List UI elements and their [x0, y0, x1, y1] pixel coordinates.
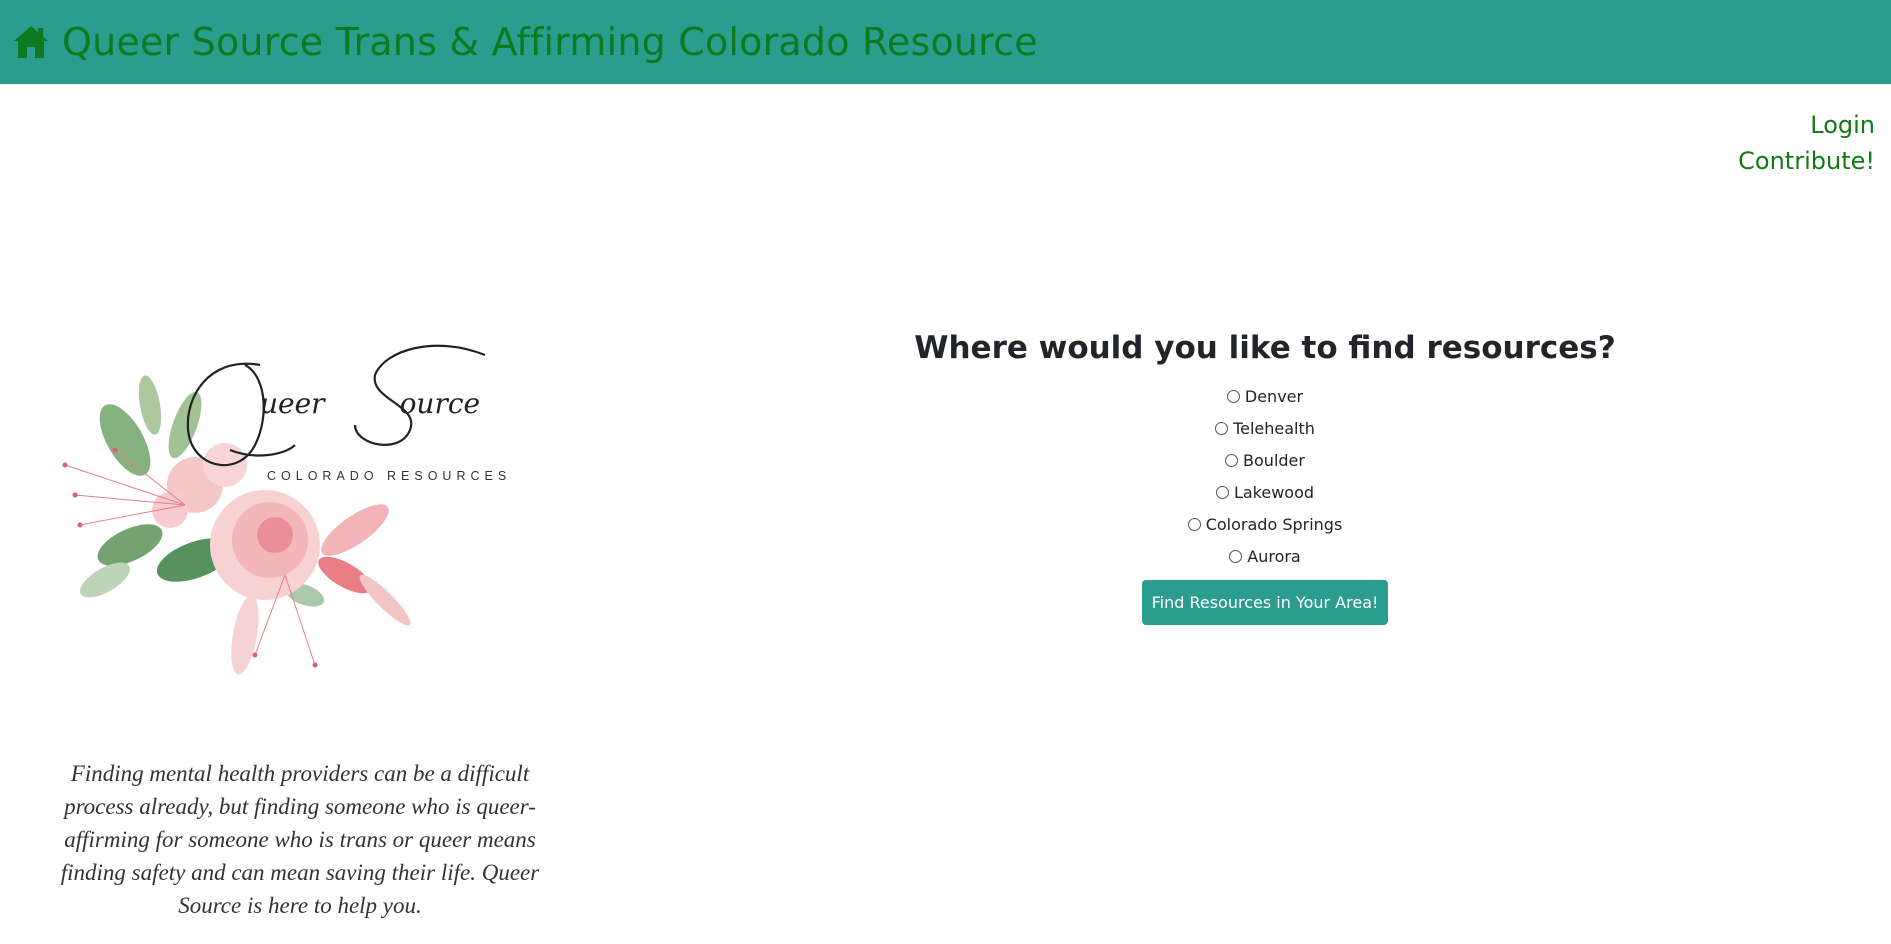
radio-button[interactable] [1215, 421, 1229, 435]
floral-illustration [62, 375, 411, 675]
option-label: Colorado Springs [1205, 514, 1343, 534]
home-icon[interactable] [12, 24, 50, 60]
option-label: Boulder [1243, 450, 1305, 470]
option-label: Lakewood [1233, 482, 1315, 502]
find-resources-button[interactable]: Find Resources in Your Area! [1141, 580, 1389, 625]
location-options: Denver Telehealth Boulder Lakewood Color… [840, 380, 1690, 572]
radio-button[interactable] [1229, 549, 1243, 563]
option-label: Denver [1244, 386, 1304, 406]
queer-source-logo: ueer ource COLORADO RESOURCES [62, 344, 511, 675]
mission-statement: Finding mental health providers can be a… [60, 761, 540, 918]
finder-heading: Where would you like to find resources? [914, 330, 1616, 366]
login-link[interactable]: Login [1738, 107, 1875, 143]
option-label: Telehealth [1233, 418, 1315, 438]
location-option-aurora[interactable]: Aurora [1229, 540, 1301, 572]
radio-button[interactable] [1226, 389, 1240, 403]
logo-subtitle: COLORADO RESOURCES [267, 469, 511, 483]
radio-button[interactable] [1187, 517, 1201, 531]
location-option-lakewood[interactable]: Lakewood [1215, 476, 1315, 508]
top-navbar: Queer Source Trans & Affirming Colorado … [0, 0, 1891, 84]
option-label: Aurora [1247, 546, 1301, 566]
location-option-telehealth[interactable]: Telehealth [1215, 412, 1315, 444]
location-option-denver[interactable]: Denver [1226, 380, 1304, 412]
resource-finder: Where would you like to find resources? … [840, 330, 1690, 625]
auth-links: Login Contribute! [1738, 107, 1875, 179]
site-title[interactable]: Queer Source Trans & Affirming Colorado … [62, 20, 1038, 64]
location-option-colorado-springs[interactable]: Colorado Springs [1187, 508, 1343, 540]
radio-button[interactable] [1215, 485, 1229, 499]
radio-button[interactable] [1225, 453, 1239, 467]
logo-title: ueer ource [260, 387, 480, 420]
contribute-link[interactable]: Contribute! [1738, 143, 1875, 179]
location-option-boulder[interactable]: Boulder [1225, 444, 1305, 476]
